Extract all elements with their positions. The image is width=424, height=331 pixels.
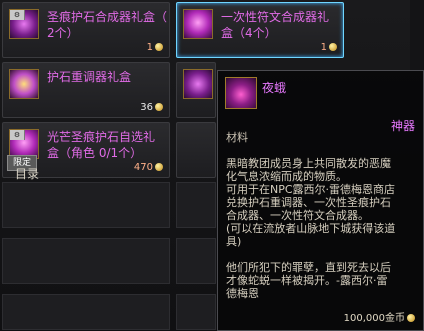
- gift-box-icon: [9, 69, 39, 99]
- empty-slot[interactable]: [176, 238, 216, 284]
- shop-item-slot[interactable]: ⚙ 圣痕护石合成器礼盒（ 2个） 1: [2, 2, 170, 58]
- gear-badge-icon: ⚙: [10, 10, 25, 20]
- empty-slot[interactable]: [176, 294, 216, 330]
- shop-item-slot-selected[interactable]: 一次性符文合成器礼 盒（4个） 1: [176, 2, 344, 58]
- gift-box-icon: [183, 69, 213, 99]
- tooltip-quote: 他们所犯下的罪孽，直到死去以后 才像蛇蜕一样被揭开。-露西尔·雷 德梅恩: [226, 261, 391, 300]
- gear-badge-icon: ⚙: [10, 130, 25, 140]
- item-name: 圣痕护石合成器礼盒（ 2个）: [47, 10, 168, 40]
- item-name: 光芒圣痕护石自选礼 盒（角色 0/1个）: [47, 130, 156, 160]
- gold-coin-icon: [407, 314, 415, 322]
- shop-item-slot[interactable]: 护石重调器礼盒 36: [2, 62, 170, 118]
- gold-coin-icon: [155, 163, 163, 171]
- item-tooltip: 夜蛾 神器 材料 黑暗教团成员身上共同散发的恶魔 化气息浓缩而成的物质。 可用于…: [217, 70, 424, 331]
- item-count: 1: [321, 42, 337, 53]
- empty-slot[interactable]: [2, 294, 170, 330]
- list-label: 目录: [15, 167, 40, 181]
- gold-coin-icon: [155, 103, 163, 111]
- empty-slot[interactable]: [2, 238, 170, 284]
- item-count: 36: [140, 102, 163, 113]
- tooltip-price: 100,000金币: [344, 309, 415, 324]
- shop-item-slot[interactable]: [176, 122, 216, 178]
- gift-box-icon: [183, 9, 213, 39]
- tooltip-description: 黑暗教团成员身上共同散发的恶魔 化气息浓缩而成的物质。 可用于在NPC露西尔·雷…: [226, 157, 396, 248]
- night-moth-icon: [225, 77, 257, 109]
- item-count: 1: [147, 42, 163, 53]
- scrollbar[interactable]: [410, 0, 424, 70]
- empty-slot[interactable]: 目录: [2, 167, 170, 228]
- item-name: 护石重调器礼盒: [47, 70, 132, 84]
- tooltip-type: 材料: [226, 131, 248, 144]
- item-name: 一次性符文合成器礼 盒（4个）: [221, 10, 330, 40]
- shop-item-slot[interactable]: [176, 62, 216, 118]
- item-count: 470: [134, 162, 163, 173]
- tooltip-rarity: 神器: [390, 119, 415, 133]
- empty-slot[interactable]: [176, 182, 216, 228]
- gold-coin-icon: [155, 43, 163, 51]
- tooltip-title: 夜蛾: [262, 81, 287, 95]
- gift-box-icon: ⚙: [9, 9, 39, 39]
- gold-coin-icon: [329, 43, 337, 51]
